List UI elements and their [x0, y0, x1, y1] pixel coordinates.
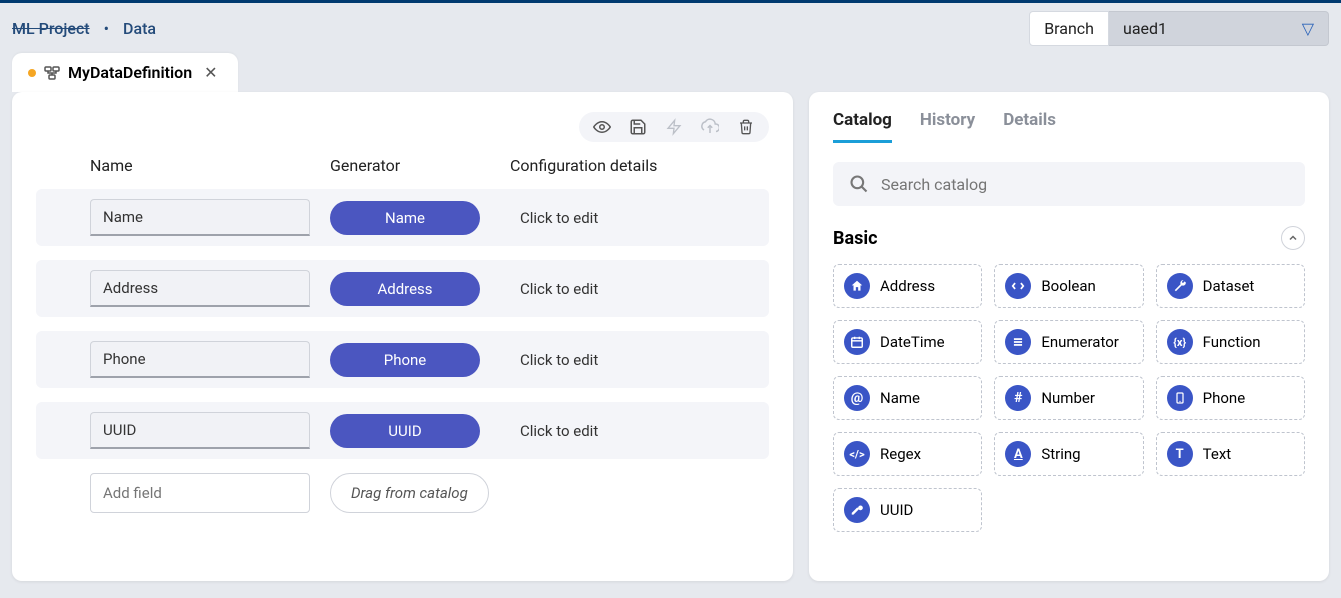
catalog-item-uuid[interactable]: UUID: [833, 488, 982, 532]
run-icon[interactable]: [665, 118, 683, 136]
catalog-item-label: Text: [1203, 445, 1232, 463]
save-icon[interactable]: [629, 118, 647, 136]
key-icon: [844, 497, 870, 523]
chevron-down-icon: ▽: [1302, 19, 1314, 38]
definition-icon: [44, 65, 60, 81]
toolbar-inner: [579, 112, 769, 142]
home-icon: [844, 273, 870, 299]
catalog-panel: Catalog History Details Basic Address Boo…: [809, 92, 1329, 581]
list-icon: [1005, 329, 1031, 355]
A-icon: A: [1005, 441, 1031, 467]
catalog-item-address[interactable]: Address: [833, 264, 982, 308]
add-row: Drag from catalog: [36, 473, 769, 513]
tab-history[interactable]: History: [920, 110, 975, 143]
field-name-input[interactable]: [90, 199, 310, 236]
phone-icon: [1167, 385, 1193, 411]
catalog-item-string[interactable]: A String: [994, 432, 1143, 476]
catalog-item-label: Boolean: [1041, 277, 1096, 295]
code-icon: </>: [844, 441, 870, 467]
editor-panel: Name Generator Configuration details Nam…: [12, 92, 793, 581]
branch-selector: Branch uaed1 ▽: [1029, 11, 1329, 46]
config-cell[interactable]: Click to edit: [510, 422, 755, 440]
catalog-item-boolean[interactable]: Boolean: [994, 264, 1143, 308]
breadcrumb-separator: •: [104, 19, 109, 38]
collapse-icon[interactable]: [1281, 226, 1305, 250]
field-row: UUID Click to edit: [36, 402, 769, 459]
delete-icon[interactable]: [737, 118, 755, 136]
T-icon: T: [1167, 441, 1193, 467]
field-name-input[interactable]: [90, 412, 310, 449]
catalog-item-datetime[interactable]: DateTime: [833, 320, 982, 364]
field-name-input[interactable]: [90, 341, 310, 378]
tab-catalog[interactable]: Catalog: [833, 110, 892, 143]
config-cell[interactable]: Click to edit: [510, 209, 755, 227]
drag-from-catalog[interactable]: Drag from catalog: [330, 473, 489, 513]
catalog-item-number[interactable]: # Number: [994, 376, 1143, 420]
breadcrumb-project[interactable]: ML Project: [12, 19, 90, 38]
generator-chip[interactable]: Name: [330, 201, 480, 235]
branch-dropdown[interactable]: uaed1 ▽: [1109, 11, 1329, 46]
generator-chip[interactable]: Address: [330, 272, 480, 306]
branch-value: uaed1: [1123, 19, 1167, 38]
field-row: Phone Click to edit: [36, 331, 769, 388]
modified-indicator-icon: [28, 69, 36, 77]
search-icon: [849, 174, 869, 194]
tabs-row: MyDataDefinition ✕: [0, 53, 1341, 92]
catalog-item-label: Name: [880, 389, 920, 407]
search-box[interactable]: [833, 162, 1305, 206]
search-input[interactable]: [881, 175, 1289, 194]
field-row: Name Click to edit: [36, 189, 769, 246]
catalog-item-dataset[interactable]: Dataset: [1156, 264, 1305, 308]
catalog-item-label: DateTime: [880, 333, 945, 351]
catalog-item-label: Phone: [1203, 389, 1246, 407]
col-generator: Generator: [330, 156, 510, 175]
grid-header: Name Generator Configuration details: [36, 156, 769, 189]
branch-label: Branch: [1029, 11, 1109, 46]
hash-icon: #: [1005, 385, 1031, 411]
breadcrumb: ML Project • Data: [12, 19, 156, 38]
col-name: Name: [50, 156, 330, 175]
field-row: Address Click to edit: [36, 260, 769, 317]
catalog-item-label: Regex: [880, 445, 921, 463]
catalog-item-text[interactable]: T Text: [1156, 432, 1305, 476]
catalog-item-function[interactable]: {x} Function: [1156, 320, 1305, 364]
catalog-item-regex[interactable]: </> Regex: [833, 432, 982, 476]
catalog-grid: Address Boolean Dataset DateTime Enumerator {…: [833, 264, 1305, 532]
calendar-icon: [844, 329, 870, 355]
tab-details[interactable]: Details: [1003, 110, 1056, 143]
arrows-icon: [1005, 273, 1031, 299]
tab-mydatadefinition[interactable]: MyDataDefinition ✕: [12, 53, 238, 92]
catalog-item-label: Enumerator: [1041, 333, 1119, 351]
category-header: Basic: [833, 226, 1305, 250]
catalog-item-label: String: [1041, 445, 1080, 463]
catalog-item-label: UUID: [880, 501, 913, 519]
upload-icon[interactable]: [701, 118, 719, 136]
generator-chip[interactable]: Phone: [330, 343, 480, 377]
catalog-item-label: Address: [880, 277, 935, 295]
add-field-input[interactable]: [90, 473, 310, 513]
wrench-icon: [1167, 273, 1193, 299]
fx-icon: {x}: [1167, 329, 1193, 355]
field-name-input[interactable]: [90, 270, 310, 307]
breadcrumb-section[interactable]: Data: [123, 19, 156, 38]
catalog-item-label: Function: [1203, 333, 1261, 351]
right-tabs: Catalog History Details: [833, 110, 1305, 144]
category-title: Basic: [833, 228, 878, 249]
catalog-item-name[interactable]: @ Name: [833, 376, 982, 420]
workspace: Name Generator Configuration details Nam…: [0, 92, 1341, 593]
toolbar: [36, 112, 769, 142]
close-icon[interactable]: ✕: [200, 63, 221, 82]
top-bar: ML Project • Data Branch uaed1 ▽: [0, 3, 1341, 53]
config-cell[interactable]: Click to edit: [510, 280, 755, 298]
catalog-item-label: Dataset: [1203, 277, 1255, 295]
col-config: Configuration details: [510, 156, 755, 175]
catalog-item-label: Number: [1041, 389, 1095, 407]
generator-chip[interactable]: UUID: [330, 414, 480, 448]
catalog-item-enumerator[interactable]: Enumerator: [994, 320, 1143, 364]
catalog-item-phone[interactable]: Phone: [1156, 376, 1305, 420]
at-icon: @: [844, 385, 870, 411]
tab-label: MyDataDefinition: [68, 63, 192, 82]
preview-icon[interactable]: [593, 118, 611, 136]
config-cell[interactable]: Click to edit: [510, 351, 755, 369]
